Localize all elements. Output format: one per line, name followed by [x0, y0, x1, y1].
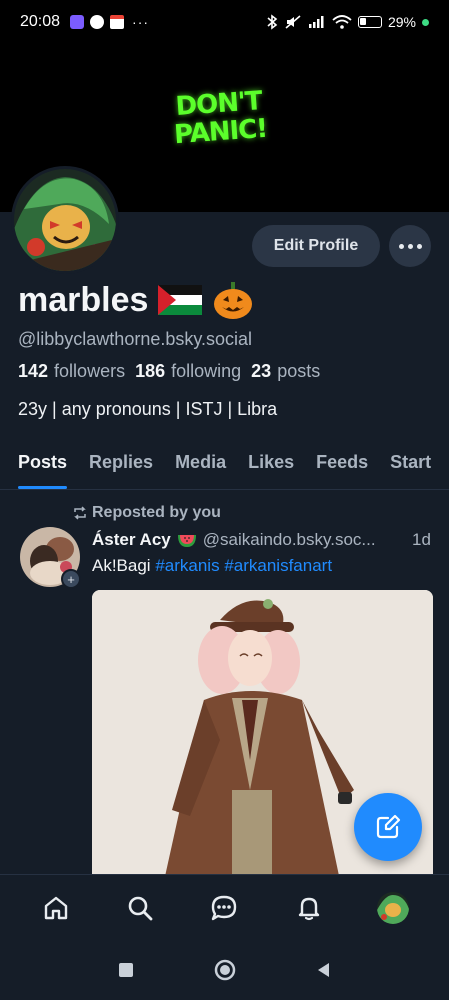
- battery-icon: [357, 16, 382, 28]
- follow-plus-icon[interactable]: +: [61, 569, 81, 589]
- google-icon: [90, 15, 105, 29]
- display-name-row: marbles: [18, 280, 254, 320]
- post-header: Áster Acy @saikaindo.bsky.soc...: [92, 530, 376, 550]
- battery-percent: 29%: [387, 14, 416, 30]
- tab-replies[interactable]: Replies: [78, 442, 164, 489]
- posts-count: 23: [251, 361, 272, 381]
- tab-feeds[interactable]: Feeds: [305, 442, 379, 489]
- hashtag-link[interactable]: #arkanisfanart: [224, 556, 332, 575]
- search-icon: [128, 896, 153, 920]
- tab-likes[interactable]: Likes: [237, 442, 305, 489]
- bell-icon: [298, 897, 319, 920]
- avatar-image: [14, 169, 116, 271]
- compose-icon: [376, 814, 401, 839]
- bluetooth-icon: [267, 14, 278, 30]
- system-navigation-bar: [0, 940, 449, 1000]
- profile-stats: 142 followers 186 following 23 posts: [18, 361, 320, 382]
- banner-text-line2: PANIC!: [173, 113, 269, 151]
- banner-artwork: DON'T PANIC!: [168, 86, 272, 160]
- post-text-body: Ak!Bagi: [92, 556, 151, 575]
- post-timestamp[interactable]: 1d: [412, 530, 431, 550]
- signal-icon: [308, 16, 324, 28]
- repost-label: Reposted by you: [92, 504, 221, 521]
- tab-starter-packs[interactable]: Start: [379, 442, 442, 489]
- tab-media[interactable]: Media: [164, 442, 237, 489]
- home-circle-icon[interactable]: [213, 958, 237, 982]
- gmail-icon: [110, 15, 125, 29]
- more-options-button[interactable]: [389, 225, 431, 267]
- followers-label: followers: [54, 361, 126, 381]
- hashtag-link[interactable]: #arkanis: [155, 556, 219, 575]
- recent-apps-icon[interactable]: [117, 961, 135, 979]
- mute-icon: [285, 15, 301, 29]
- profile-avatar-icon: [376, 891, 409, 924]
- ellipsis-icon: [398, 243, 404, 249]
- post-text: Ak!Bagi #arkanis #arkanisfanart: [92, 556, 332, 576]
- repost-indicator[interactable]: Reposted by you: [72, 504, 221, 522]
- status-bar: 20:08 ··· 29%: [0, 0, 449, 44]
- following-count: 186: [135, 361, 166, 381]
- nav-home[interactable]: [31, 883, 81, 933]
- watermelon-icon: [177, 535, 196, 547]
- profile-bio: 23y | any pronouns | ISTJ | Libra: [18, 399, 278, 419]
- wifi-icon: [332, 15, 352, 29]
- nav-profile[interactable]: [368, 883, 418, 933]
- notification-app-icon: [70, 15, 85, 29]
- palestine-flag-icon: [158, 285, 203, 315]
- status-more: ···: [132, 14, 150, 30]
- following-link[interactable]: 186 following: [135, 361, 241, 382]
- pumpkin-icon: [214, 282, 253, 319]
- nav-messages[interactable]: [199, 883, 249, 933]
- bottom-navigation: [0, 874, 449, 940]
- followers-link[interactable]: 142 followers: [18, 361, 125, 382]
- privacy-dot-icon: [422, 18, 429, 26]
- profile-avatar[interactable]: [11, 166, 119, 274]
- posts-label: posts: [277, 361, 321, 381]
- compose-button[interactable]: [354, 793, 422, 861]
- profile-tabs: Posts Replies Media Likes Feeds Start: [0, 442, 449, 490]
- home-icon: [44, 896, 68, 919]
- display-name: marbles: [18, 280, 149, 319]
- status-time: 20:08: [20, 13, 61, 30]
- nav-notifications[interactable]: [284, 883, 334, 933]
- repost-icon: [74, 506, 86, 520]
- tab-posts[interactable]: Posts: [0, 442, 78, 489]
- back-icon[interactable]: [315, 961, 333, 979]
- chat-icon: [212, 895, 237, 920]
- nav-search[interactable]: [115, 883, 165, 933]
- following-label: following: [171, 361, 242, 381]
- posts-stat: 23 posts: [251, 361, 320, 382]
- edit-profile-button[interactable]: Edit Profile: [252, 225, 380, 267]
- post-author-handle[interactable]: @saikaindo.bsky.soc...: [203, 530, 376, 550]
- post-author-name[interactable]: Áster Acy: [92, 530, 171, 550]
- followers-count: 142: [18, 361, 49, 381]
- profile-handle: @libbyclawthorne.bsky.social: [18, 329, 253, 349]
